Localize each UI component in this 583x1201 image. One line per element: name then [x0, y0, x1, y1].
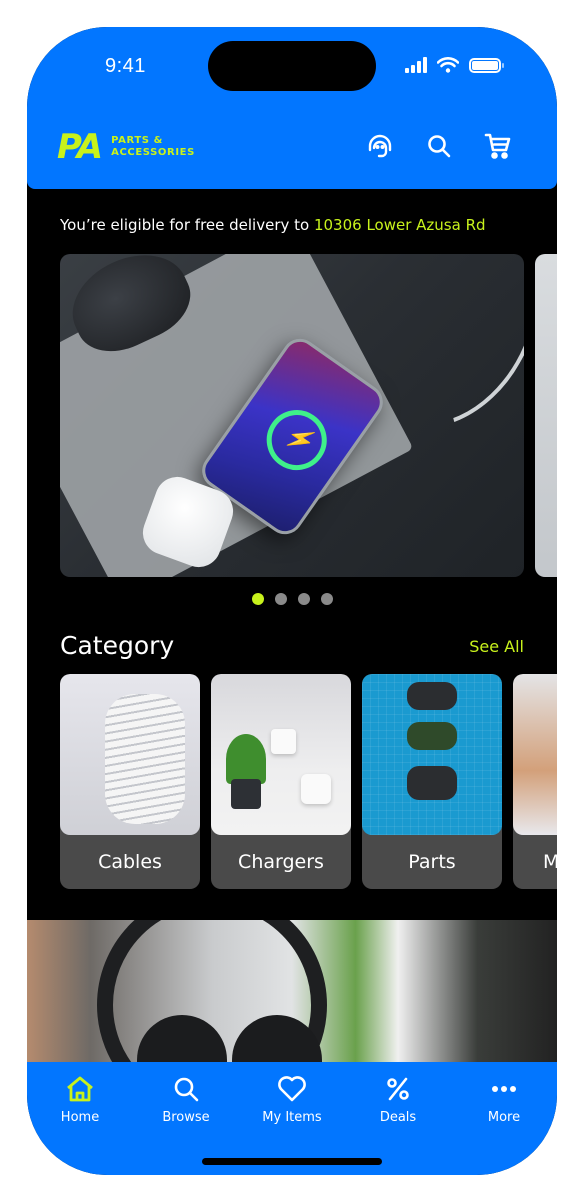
- wifi-icon: [437, 57, 459, 73]
- pagination-dot-3[interactable]: [297, 593, 310, 605]
- cellular-signal-icon: [405, 57, 427, 73]
- plant-graphic: [226, 734, 266, 784]
- nav-label: More: [487, 1110, 521, 1125]
- nav-more[interactable]: More: [471, 1074, 537, 1125]
- heart-icon: [278, 1076, 306, 1102]
- nav-label: My Items: [262, 1110, 322, 1125]
- nav-label: Home: [60, 1110, 100, 1125]
- nav-browse[interactable]: Browse: [153, 1074, 219, 1125]
- more-dots-icon: [492, 1086, 516, 1092]
- home-icon: [67, 1076, 93, 1102]
- dynamic-island: [208, 41, 376, 91]
- battery-icon: [469, 57, 504, 73]
- category-card-chargers[interactable]: Chargers: [211, 674, 351, 889]
- search-icon: [174, 1077, 199, 1102]
- charger-graphic-2: [301, 774, 331, 804]
- see-all-link[interactable]: See All: [469, 637, 524, 656]
- delivery-prefix: You’re eligible for free delivery to: [60, 216, 314, 234]
- carousel-slide-wireless-charger[interactable]: ⚡: [60, 254, 524, 577]
- charger-graphic: [271, 729, 296, 754]
- nav-label: Browse: [162, 1110, 210, 1125]
- nav-home[interactable]: Home: [47, 1074, 113, 1125]
- category-label: M: [543, 851, 557, 873]
- category-list[interactable]: Cables Chargers Parts M: [60, 674, 557, 889]
- carousel-slide-next[interactable]: [535, 254, 557, 577]
- support-button[interactable]: [365, 131, 395, 161]
- category-label: Cables: [98, 851, 162, 873]
- nav-label: Deals: [379, 1110, 417, 1125]
- category-card-cables[interactable]: Cables: [60, 674, 200, 889]
- logo-mark: PA: [57, 127, 103, 167]
- category-label: Chargers: [238, 851, 324, 873]
- category-image-cables: [60, 674, 200, 835]
- delivery-banner[interactable]: You’re eligible for free delivery to 103…: [60, 216, 486, 234]
- promo-carousel[interactable]: ⚡: [60, 254, 557, 577]
- carousel-pagination: [27, 593, 557, 605]
- headphones-banner[interactable]: [27, 920, 557, 1070]
- controller-board-graphic: [407, 722, 457, 750]
- controller-shell-graphic: [407, 766, 457, 800]
- category-label: Parts: [408, 851, 456, 873]
- status-icons: [405, 57, 504, 73]
- pagination-dot-2[interactable]: [274, 593, 287, 605]
- cart-button[interactable]: [483, 131, 513, 161]
- logo-line-2: ACCESSORIES: [111, 147, 195, 158]
- home-indicator[interactable]: [202, 1158, 382, 1165]
- pagination-dot-4[interactable]: [320, 593, 333, 605]
- header-actions: [365, 131, 513, 161]
- category-image-headphones: [513, 674, 557, 835]
- category-card-parts[interactable]: Parts: [362, 674, 502, 889]
- cart-icon: [484, 133, 511, 159]
- pagination-dot-1[interactable]: [251, 593, 264, 605]
- category-image-chargers: [211, 674, 351, 835]
- status-time: 9:41: [105, 55, 146, 77]
- nav-my-items[interactable]: My Items: [259, 1074, 325, 1125]
- search-icon: [428, 135, 451, 158]
- brand-logo[interactable]: PA PARTS & ACCESSORIES: [57, 127, 195, 167]
- category-image-parts: [362, 674, 502, 835]
- app-header: 9:41 PA PARTS & ACCESSORIES: [27, 27, 557, 189]
- cable-coil-graphic: [105, 694, 185, 824]
- controller-part-graphic: [407, 682, 457, 710]
- phone-screen: 9:41 PA PARTS & ACCESSORIES You’re eligi…: [27, 27, 557, 1175]
- logo-line-1: PARTS &: [111, 135, 163, 146]
- header-search-button[interactable]: [424, 131, 454, 161]
- support-headset-icon: [368, 134, 392, 158]
- category-card-4[interactable]: M: [513, 674, 557, 889]
- category-heading: Category: [60, 631, 175, 660]
- delivery-address[interactable]: 10306 Lower Azusa Rd: [314, 216, 486, 234]
- pot-graphic: [231, 779, 261, 809]
- bottom-nav: Home Browse My Items Deals More: [27, 1062, 557, 1175]
- nav-deals[interactable]: Deals: [365, 1074, 431, 1125]
- percent-icon: [387, 1077, 409, 1101]
- logo-text: PARTS & ACCESSORIES: [111, 135, 195, 159]
